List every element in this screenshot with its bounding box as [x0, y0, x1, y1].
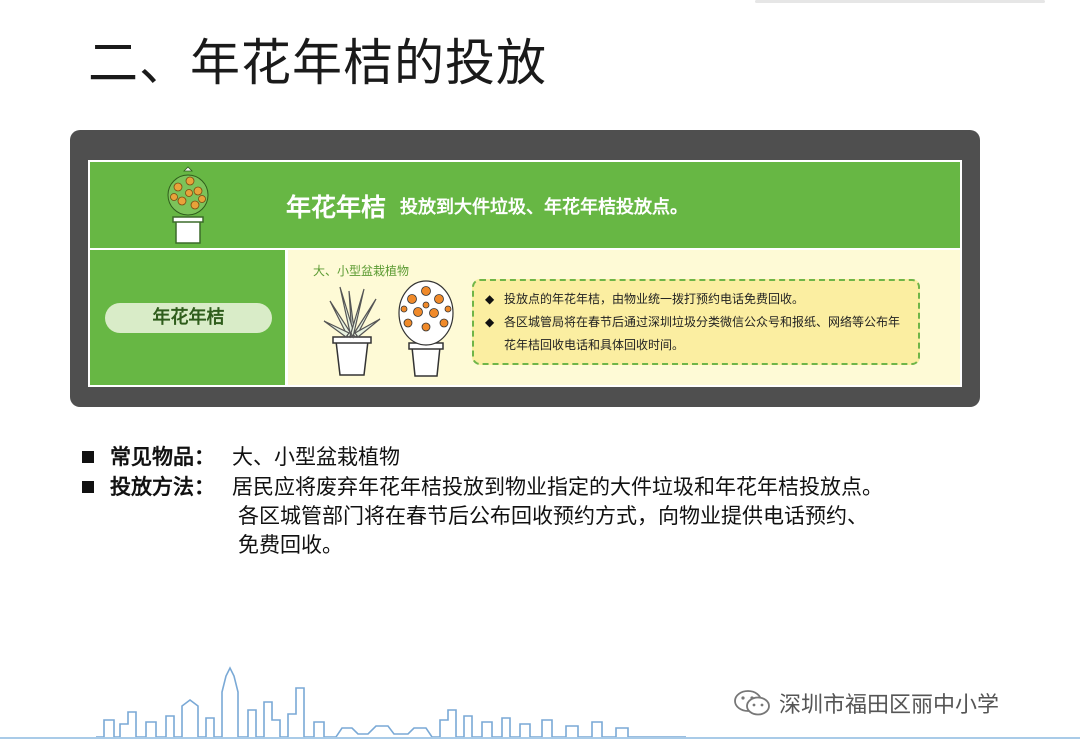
note-line-3: 花年桔回收电话和具体回收时间。: [504, 338, 685, 352]
items-text: 大、小型盆栽植物: [232, 445, 400, 469]
watermark: 深圳市福田区丽中小学: [733, 686, 999, 720]
note-line-1: 投放点的年花年桔，由物业统一拨打预约电话免费回收。: [504, 292, 805, 306]
slide-page: 二、年花年桔的投放 年花年桔 投放到大件垃圾、年花年桔投放点。 年花年桔 大、小…: [0, 0, 1080, 750]
method-line-1: 居民应将废弃年花年桔投放到物业指定的大件垃圾和年花年桔投放点。: [232, 475, 883, 499]
note-bullet-1: ◆: [485, 292, 495, 306]
method-label: 投放方法：: [110, 475, 215, 499]
top-scroll-bar: [755, 0, 1045, 3]
kumquat-plant-icon: [167, 166, 209, 244]
method-line-3: 免费回收。: [238, 533, 343, 557]
note-line-2: 各区城管局将在春节后通过深圳垃圾分类微信公众号和报纸、网络等公布年: [504, 315, 901, 329]
band-title: 年花年桔: [286, 193, 387, 222]
bullet-square-1: [82, 451, 94, 463]
slide-title: 二、年花年桔的投放: [88, 34, 547, 92]
bullet-square-2: [82, 481, 94, 493]
note-bullet-2: ◆: [485, 315, 495, 329]
city-skyline-graphic: [96, 666, 686, 738]
potted-kumquat-icon: [398, 280, 454, 377]
watermark-text: 深圳市福田区丽中小学: [779, 693, 1000, 718]
footer-baseline: [0, 737, 1080, 739]
items-label: 常见物品：: [110, 445, 215, 469]
detail-sublabel: 大、小型盆栽植物: [313, 264, 410, 278]
potted-aloe-icon: [323, 286, 381, 376]
wechat-icon: [734, 690, 770, 716]
band-description: 投放到大件垃圾、年花年桔投放点。: [400, 197, 688, 218]
method-line-2: 各区城管部门将在春节后公布回收预约方式，向物业提供电话预约、: [238, 504, 868, 528]
category-pill: 年花年桔: [105, 303, 272, 333]
